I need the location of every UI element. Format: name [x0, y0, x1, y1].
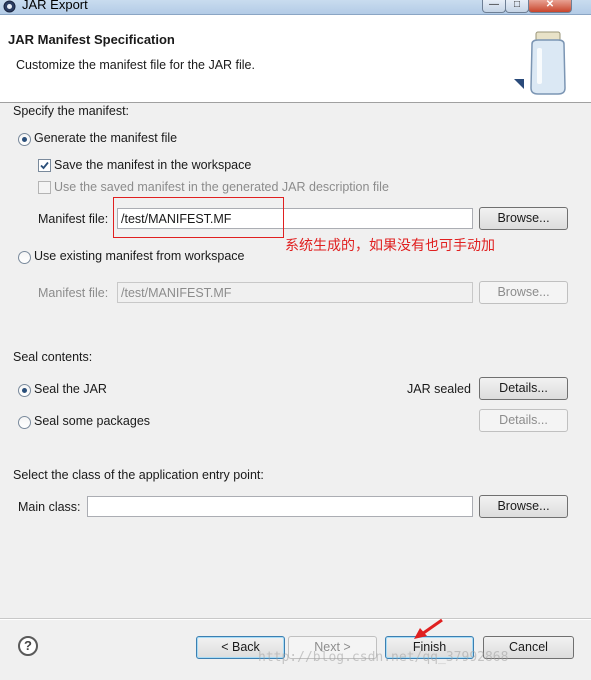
annotation-arrow-icon [414, 618, 443, 639]
manifest-browse-button[interactable]: Browse... [479, 207, 568, 230]
seal-jar-radio[interactable] [18, 384, 31, 397]
wizard-title: JAR Manifest Specification [8, 32, 175, 47]
existing-manifest-file-input[interactable]: /test/MANIFEST.MF [117, 282, 473, 303]
maximize-button[interactable]: □ [505, 0, 529, 13]
manifest-section-label: Specify the manifest: [13, 104, 130, 118]
seal-jar-label[interactable]: Seal the JAR [34, 382, 107, 396]
generate-manifest-radio[interactable] [18, 133, 31, 146]
seal-section-label: Seal contents: [13, 350, 93, 364]
existing-manifest-browse-button[interactable]: Browse... [479, 281, 568, 304]
seal-packages-details-button[interactable]: Details... [479, 409, 568, 432]
use-existing-manifest-radio[interactable] [18, 251, 31, 264]
footer-separator [0, 618, 591, 620]
main-class-input[interactable] [87, 496, 473, 517]
use-saved-manifest-checkbox[interactable] [38, 181, 51, 194]
close-button[interactable]: ✕ [528, 0, 572, 13]
annotation-text: 系统生成的，如果没有也可手动加 [285, 237, 495, 253]
help-icon[interactable]: ? [18, 636, 38, 656]
jar-sealed-status: JAR sealed [407, 382, 471, 396]
jar-icon [514, 31, 566, 95]
manifest-file-label: Manifest file: [38, 212, 109, 226]
generate-manifest-label[interactable]: Generate the manifest file [34, 131, 177, 145]
use-existing-manifest-label[interactable]: Use existing manifest from workspace [34, 249, 245, 263]
eclipse-app-icon [3, 0, 16, 13]
wizard-description: Customize the manifest file for the JAR … [16, 58, 255, 72]
save-manifest-checkbox[interactable] [38, 159, 51, 172]
watermark: http://blog.csdn.net/qq_37992868 [258, 650, 509, 665]
existing-manifest-file-label: Manifest file: [38, 286, 109, 300]
annotation-highlight-box [113, 197, 284, 238]
main-class-label: Main class: [18, 500, 81, 514]
entry-point-section-label: Select the class of the application entr… [13, 468, 264, 482]
seal-packages-radio[interactable] [18, 416, 31, 429]
main-class-browse-button[interactable]: Browse... [479, 495, 568, 518]
seal-jar-details-button[interactable]: Details... [479, 377, 568, 400]
window-title: JAR Export [22, 0, 88, 12]
save-manifest-label[interactable]: Save the manifest in the workspace [54, 158, 251, 172]
wizard-header: JAR Manifest Specification Customize the… [0, 15, 591, 103]
use-saved-manifest-label: Use the saved manifest in the generated … [54, 180, 389, 194]
minimize-button[interactable]: — [482, 0, 506, 13]
seal-packages-label[interactable]: Seal some packages [34, 414, 150, 428]
